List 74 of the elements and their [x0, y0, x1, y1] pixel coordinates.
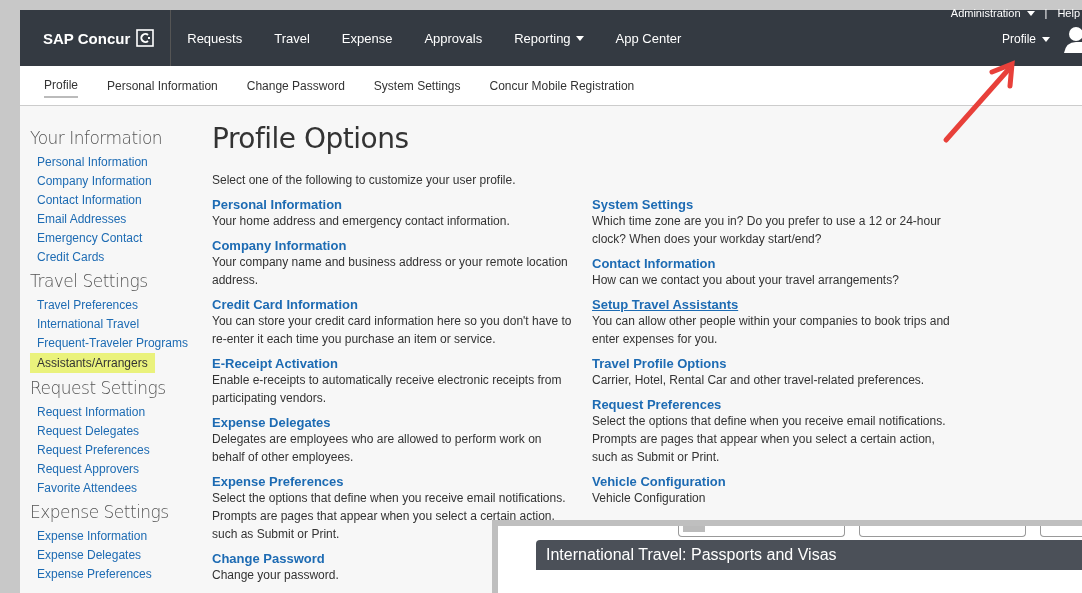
profile-menu[interactable]: Profile: [1002, 32, 1050, 46]
option-description: You can store your credit card information here so you don't have to re-enter it each time you purchase an item or service.: [212, 313, 572, 348]
option-link[interactable]: Request Preferences: [592, 397, 722, 412]
sidebar-link[interactable]: Travel Preferences: [30, 296, 145, 314]
nav-link[interactable]: Travel: [274, 30, 310, 46]
sidebar-link[interactable]: Request Delegates: [30, 422, 147, 440]
option-link[interactable]: Contact Information: [592, 256, 716, 271]
subnav-tab[interactable]: Personal Information: [107, 74, 218, 97]
sidebar-link[interactable]: Expense Information: [30, 527, 155, 545]
sidebar-heading: Request Settings: [30, 378, 166, 398]
sidebar-heading: Expense Settings: [30, 502, 169, 522]
nav-link[interactable]: Reporting: [514, 30, 584, 46]
section-title: International Travel: Passports and Visas: [546, 546, 837, 563]
intro-text: Select one of the following to customize your user profile.: [212, 173, 517, 187]
option-link[interactable]: E-Receipt Activation: [212, 356, 338, 371]
sidebar-link[interactable]: Request Preferences: [30, 441, 157, 459]
nav-link[interactable]: Expense: [341, 30, 393, 46]
option-link[interactable]: Company Information: [212, 238, 347, 253]
subnav-tab[interactable]: Change Password: [246, 74, 345, 97]
option-description: Which time zone are you in? Do you prefer to use a 12 or 24-hour clock? When does your workday start/end?: [592, 213, 942, 248]
option-description: Select the options that define when you receive email notifications. Prompts are pages that appear when you select a certain action, such as Submit or Print.: [592, 413, 947, 466]
help-link[interactable]: Help: [1057, 7, 1080, 19]
option-description: Select the options that define when you receive email notifications. Prompts are pages that appear when you select a certain action, such as Submit or Print.: [212, 490, 567, 543]
option-link[interactable]: Credit Card Information: [212, 297, 358, 312]
sidebar-link[interactable]: Email Addresses: [30, 210, 134, 228]
caret-icon: [575, 35, 584, 41]
sidebar-link[interactable]: International Travel: [30, 315, 147, 333]
option-link[interactable]: Change Password: [212, 551, 325, 566]
option-description: You can allow other people within your companies to book trips and enter expenses for you.: [592, 313, 951, 348]
caret-icon: [1026, 10, 1035, 16]
sidebar-link[interactable]: Expense Preferences: [30, 565, 159, 583]
nav-link[interactable]: Requests: [187, 30, 243, 46]
option-link[interactable]: Expense Preferences: [212, 474, 344, 489]
separator: |: [1044, 7, 1048, 19]
sidebar-link[interactable]: Contact Information: [30, 191, 149, 209]
option-description: How can we contact you about your travel arrangements?: [592, 272, 899, 289]
sidebar-heading: Travel Settings: [30, 271, 148, 291]
subnav-tab[interactable]: Concur Mobile Registration: [489, 74, 635, 97]
sidebar-link[interactable]: Assistants/Arrangers: [30, 353, 155, 373]
option-description: Vehicle Configuration: [592, 490, 706, 507]
option-description: Delegates are employees who are allowed to perform work on behalf of other employees.: [212, 431, 543, 466]
option-link[interactable]: Personal Information: [212, 197, 343, 212]
option-description: Carrier, Hotel, Rental Car and other travel-related preferences.: [592, 372, 925, 389]
logo-mark-icon: [136, 29, 155, 47]
sidebar-link[interactable]: Emergency Contact: [30, 229, 150, 247]
option-link[interactable]: System Settings: [592, 197, 694, 212]
user-avatar-icon[interactable]: [1062, 25, 1082, 53]
nav-link[interactable]: Approvals: [424, 30, 483, 46]
subnav-tab[interactable]: Profile: [44, 73, 78, 98]
sidebar-link[interactable]: Request Information: [30, 403, 153, 421]
input-field[interactable]: [1040, 526, 1082, 537]
sidebar-heading: Your Information: [30, 128, 163, 148]
input-field[interactable]: [859, 526, 1027, 537]
option-link[interactable]: Expense Delegates: [212, 415, 331, 430]
administration-link[interactable]: Administration: [950, 7, 1035, 19]
option-link[interactable]: Travel Profile Options: [592, 356, 727, 371]
option-link[interactable]: Vehicle Configuration: [592, 474, 726, 489]
sidebar-link[interactable]: Frequent-Traveler Programs: [30, 334, 195, 352]
option-description: Enable e-receipts to automatically receive electronic receipts from participating vendors.: [212, 372, 563, 407]
sidebar-link[interactable]: Credit Cards: [30, 248, 112, 266]
caret-icon: [1042, 36, 1050, 42]
input-field[interactable]: [678, 526, 846, 537]
option-description: Your home address and emergency contact information.: [212, 213, 510, 230]
sidebar-link[interactable]: Company Information: [30, 172, 159, 190]
sidebar-link[interactable]: Request Approvers: [30, 460, 147, 478]
sidebar-link[interactable]: Personal Information: [30, 153, 155, 171]
option-link[interactable]: Setup Travel Assistants: [592, 297, 739, 312]
sidebar-link[interactable]: Favorite Attendees: [30, 479, 145, 497]
sidebar-link[interactable]: Expense Delegates: [30, 546, 149, 564]
nav-link[interactable]: App Center: [615, 30, 682, 46]
option-description: Your company name and business address or your remote location address.: [212, 254, 569, 289]
option-description: Change your password.: [212, 567, 339, 584]
page-title: Profile Options: [212, 122, 410, 155]
subnav-tab[interactable]: System Settings: [373, 74, 461, 97]
